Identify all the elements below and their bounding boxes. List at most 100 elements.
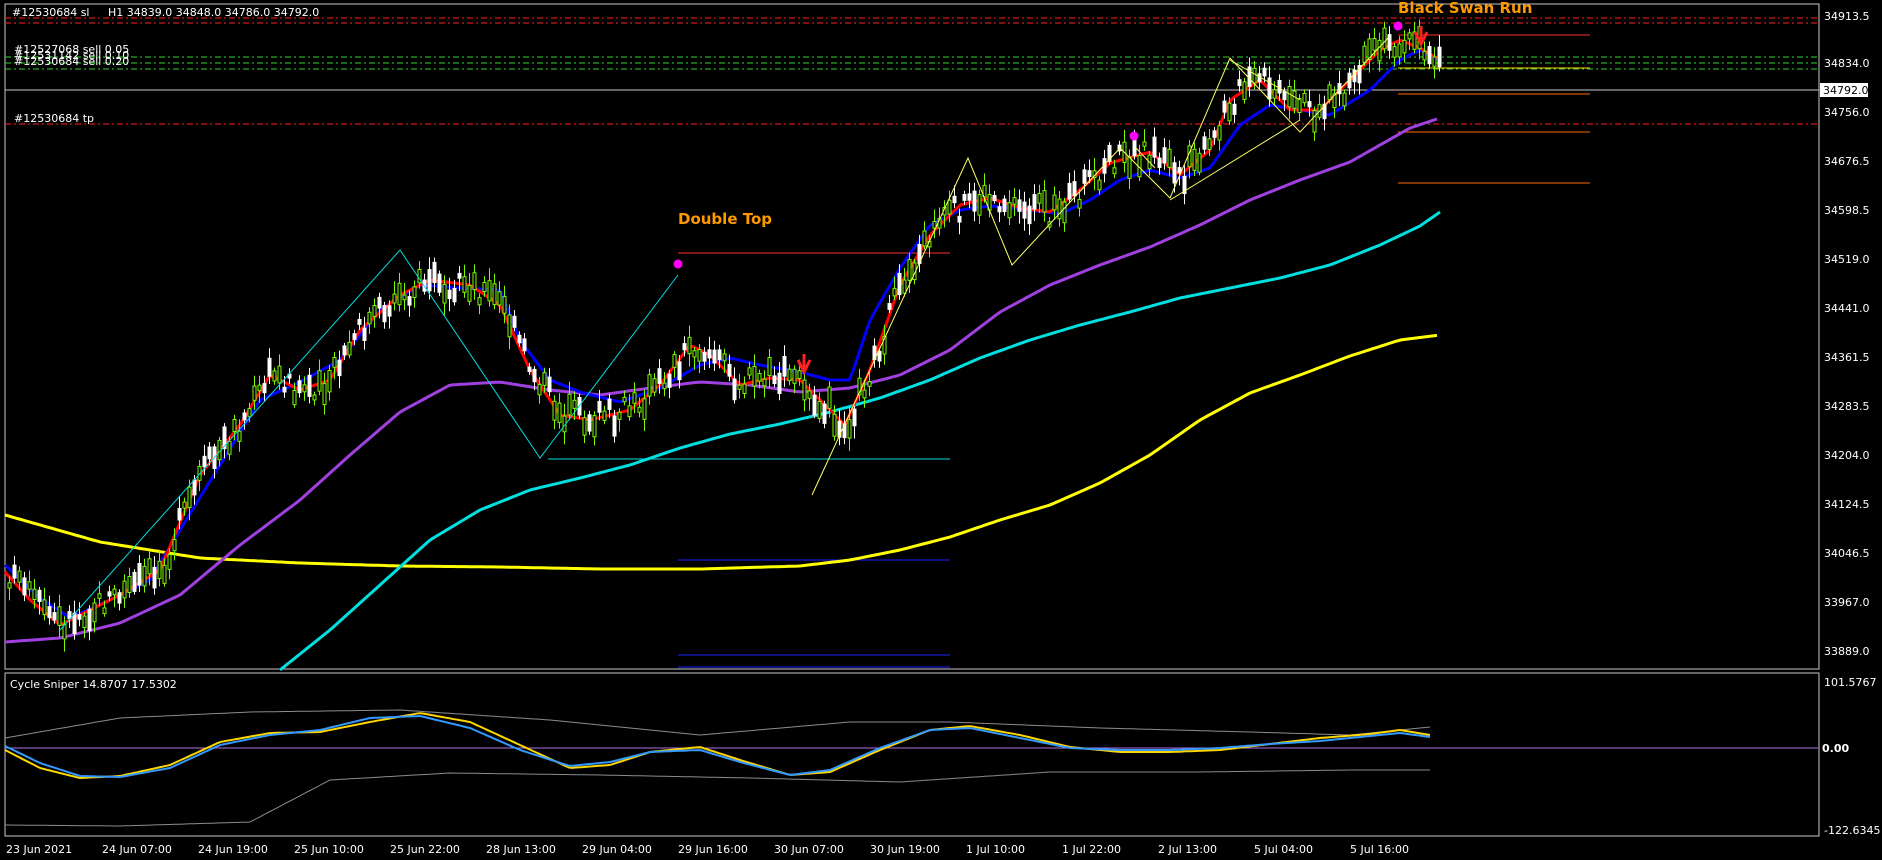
candle-body [952,195,957,204]
candle-body [1407,32,1412,40]
candle-body [272,370,277,382]
candle-body [862,389,867,399]
time-label: 24 Jun 07:00 [102,843,172,856]
candle-body [1072,181,1077,197]
candle-body [802,379,807,401]
candle-body [1222,100,1227,113]
candle-body [662,382,667,390]
candle-body [572,399,577,409]
candle-body [477,297,482,306]
candle-body [1387,34,1392,51]
candle-body [997,206,1002,213]
candle-body [117,592,122,604]
candle-body [122,580,127,599]
time-label: 1 Jul 10:00 [966,843,1025,856]
candle-body [887,303,892,310]
candle-body [312,394,317,401]
price-tick: 34519.0 [1824,253,1870,266]
ma-purple [4,117,1438,644]
order-label-tp: #12530684 tp [14,112,94,125]
candle-body [72,612,77,635]
price-axis[interactable]: 34913.5 34834.0 34756.0 34676.5 34598.5 … [1824,10,1870,658]
candle-body [12,564,17,579]
ma-red [3,38,1438,627]
candle-body [1167,148,1172,168]
candle-body [342,345,347,356]
candle-body [92,602,97,623]
candle-body [1037,193,1042,204]
candle-body [682,343,687,351]
candle-body [542,372,547,386]
candle-body [257,384,262,392]
candle-body [657,368,662,384]
candle-body [747,367,752,376]
candle-body [552,400,557,421]
candle-body [252,385,257,401]
price-tick: 34598.5 [1824,204,1870,217]
candle-body [1002,198,1007,213]
price-chart-window[interactable]: #12530684 sl H1 34839.0 34848.0 34786.0 … [0,0,1882,860]
candle-body [1377,39,1382,62]
candle-body [597,400,602,413]
time-label: 30 Jun 07:00 [774,843,844,856]
candle-body [502,296,507,314]
candle-body [797,370,802,380]
candle-body [87,608,92,632]
candle-body [237,430,242,442]
candle-body [677,361,682,381]
candle-body [1402,39,1407,54]
candle-body [1297,98,1302,113]
candle-body [527,366,532,373]
candle-body [852,408,857,427]
osc-signal-blue [4,714,1431,779]
candle-body [1152,136,1157,158]
candle-body [847,419,852,439]
candle-body [647,374,652,397]
candle-body [1307,101,1312,108]
time-label: 25 Jun 22:00 [390,843,460,856]
candle-body [332,357,337,368]
oscillator-frame [4,672,1820,837]
candle-body [1012,197,1017,205]
time-label: 5 Jul 04:00 [1254,843,1313,856]
price-tick: 34361.5 [1824,351,1870,364]
osc-lower-band [5,769,1430,827]
candle-body [187,486,192,509]
candle-body [752,366,757,387]
candle-body [327,370,332,393]
candle-body [1162,147,1167,164]
candle-body [532,368,537,383]
candle-body [182,501,187,509]
time-label: 2 Jul 13:00 [1158,843,1217,856]
candle-body [1212,130,1217,138]
candle-body [497,291,502,306]
time-axis[interactable]: 23 Jun 2021 24 Jun 07:00 24 Jun 19:00 25… [6,843,1409,856]
candle-body [487,280,492,302]
candle-body [892,287,897,297]
candle-body [1067,182,1072,200]
candle-body [277,365,282,384]
candle-body [242,412,247,421]
candle-body [772,375,777,385]
candle-body [712,349,717,364]
candle-body [522,338,527,352]
candle-body [317,370,322,392]
candle-body [607,398,612,410]
candle-body [297,380,302,394]
candle-body [877,350,882,362]
candle-body [137,563,142,586]
signal-dot [1129,131,1139,141]
candle-body [557,402,562,423]
candle-body [472,272,477,291]
time-label: 28 Jun 13:00 [486,843,556,856]
candle-body [652,378,657,393]
cycle-sniper-oscillator [4,709,1819,827]
candle-body [727,363,732,377]
candle-body [907,259,912,281]
osc-tick-bottom: -122.6345 [1824,824,1880,837]
signal-dot [1393,21,1403,31]
candle-body [1157,157,1162,168]
candle-body [1232,103,1237,115]
candle-body [382,305,387,323]
candle-body [1217,125,1222,141]
